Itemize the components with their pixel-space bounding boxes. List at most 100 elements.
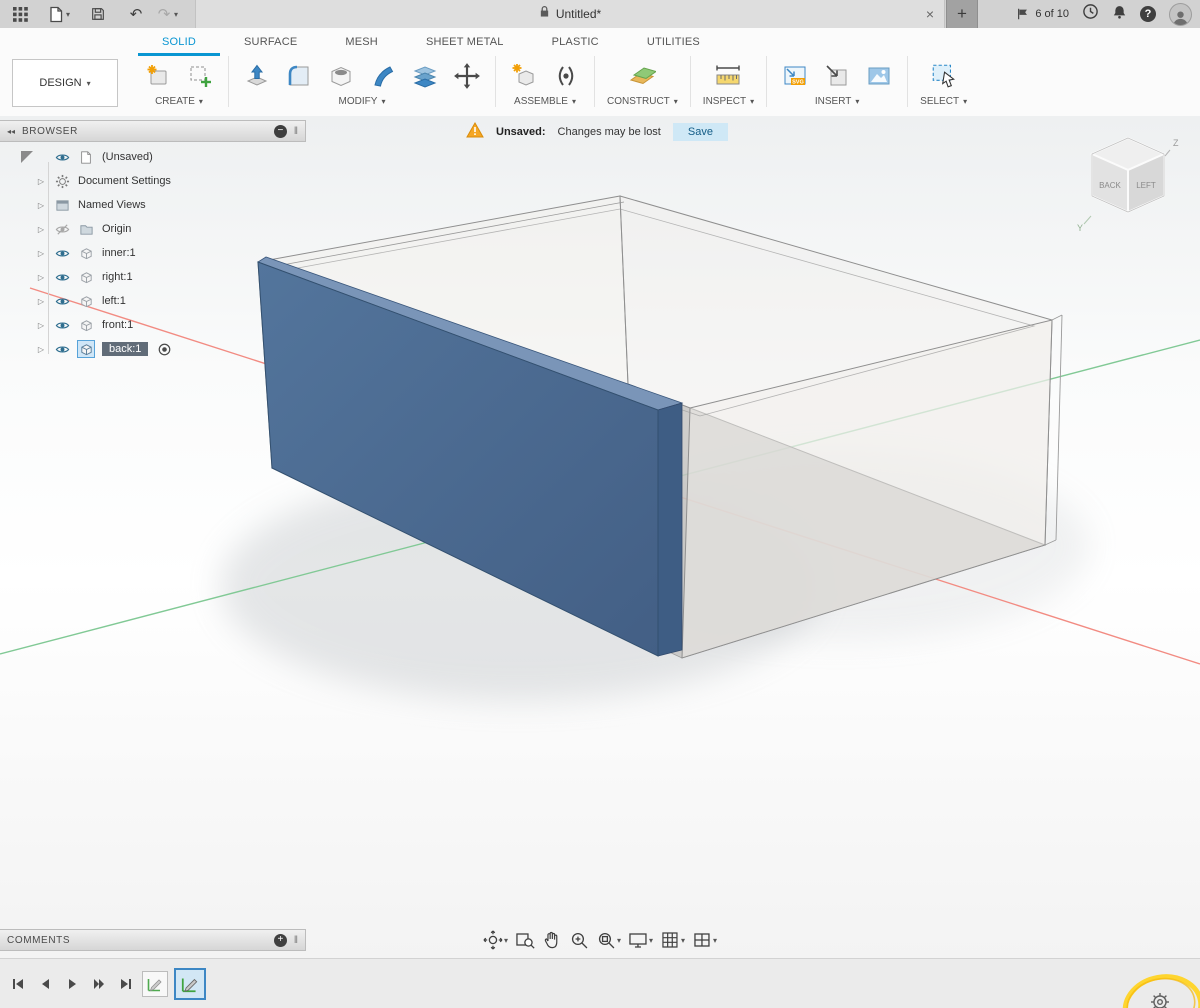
undo-icon[interactable]: ↶	[124, 2, 148, 26]
viewcube-back-label[interactable]: BACK	[1099, 181, 1121, 190]
visibility-eye-icon[interactable]	[54, 293, 70, 309]
tab-solid[interactable]: SOLID	[138, 28, 220, 56]
viewcube-left-label[interactable]: LEFT	[1136, 181, 1156, 190]
tree-item-inner[interactable]: ▷ inner:1	[0, 241, 306, 265]
expand-arrow-icon[interactable]: ▷	[36, 201, 46, 210]
redo-icon[interactable]: ↷	[152, 2, 176, 26]
save-icon[interactable]	[86, 2, 110, 26]
expand-arrow-icon[interactable]: ▷	[36, 273, 46, 282]
tab-plastic[interactable]: PLASTIC	[528, 28, 623, 56]
panel-grip-icon[interactable]: ‖	[294, 935, 298, 946]
draft-icon[interactable]	[367, 60, 399, 92]
visibility-eye-icon[interactable]	[54, 245, 70, 261]
comments-header[interactable]: COMMENTS + ‖	[0, 929, 306, 951]
tree-item-named-views[interactable]: ▷ Named Views	[0, 193, 306, 217]
create-form-icon[interactable]	[184, 60, 216, 92]
create-sketch-icon[interactable]	[142, 60, 174, 92]
expand-arrow-icon[interactable]: ▷	[36, 345, 46, 354]
expand-arrow-icon[interactable]: ▷	[36, 225, 46, 234]
tree-item-left[interactable]: ▷ left:1	[0, 289, 306, 313]
tab-sheet-metal[interactable]: SHEET METAL	[402, 28, 528, 56]
redo-caret-icon[interactable]: ▾	[174, 10, 178, 19]
tree-item-back-selected[interactable]: ▷ back:1	[0, 337, 306, 361]
file-menu-caret-icon[interactable]: ▾	[66, 10, 70, 19]
move-copy-icon[interactable]	[451, 60, 483, 92]
back-panel-end-face[interactable]	[658, 403, 682, 656]
help-icon[interactable]: ?	[1140, 6, 1156, 22]
panel-grip-icon[interactable]: ‖	[294, 126, 298, 137]
tab-mesh[interactable]: MESH	[321, 28, 402, 56]
viewport[interactable]: Unsaved: Changes may be lost Save ◂◂ BRO…	[0, 116, 1200, 958]
orbit-caret-icon[interactable]: ▾	[504, 936, 508, 945]
tree-item-right[interactable]: ▷ right:1	[0, 265, 306, 289]
job-status[interactable]: 6 of 10	[1016, 7, 1069, 21]
inspect-dropdown[interactable]: INSPECT ▾	[703, 96, 754, 107]
app-grid-icon[interactable]	[8, 2, 32, 26]
tab-surface[interactable]: SURFACE	[220, 28, 321, 56]
insert-svg-icon[interactable]: SVG	[779, 60, 811, 92]
visibility-eye-icon[interactable]	[54, 341, 70, 357]
play-icon[interactable]	[64, 976, 80, 992]
tree-item-root[interactable]: (Unsaved)	[0, 145, 306, 169]
expand-arrow-icon[interactable]: ▷	[36, 297, 46, 306]
timeline-sketch-feature-selected[interactable]	[174, 968, 206, 1000]
viewcube[interactable]: BACK LEFT Z Y	[1070, 132, 1190, 237]
visibility-off-eye-icon[interactable]	[54, 221, 70, 237]
visibility-eye-icon[interactable]	[54, 317, 70, 333]
fit-caret-icon[interactable]: ▾	[617, 936, 621, 945]
display-settings-caret-icon[interactable]: ▾	[649, 936, 653, 945]
browser-header[interactable]: ◂◂ BROWSER − ‖	[0, 120, 306, 142]
offset-face-icon[interactable]	[409, 60, 441, 92]
step-forward-icon[interactable]	[91, 976, 107, 992]
measure-icon[interactable]	[712, 60, 744, 92]
tree-item-front[interactable]: ▷ front:1	[0, 313, 306, 337]
expand-arrow-icon[interactable]: ▷	[36, 177, 46, 186]
collapse-panel-icon[interactable]: ◂◂	[7, 127, 15, 136]
pan-tool[interactable]	[542, 930, 562, 950]
workspace-selector[interactable]: DESIGN ▾	[12, 59, 118, 107]
decal-icon[interactable]	[821, 60, 853, 92]
select-dropdown[interactable]: SELECT ▾	[920, 96, 967, 107]
tree-item-origin[interactable]: ▷ Origin	[0, 217, 306, 241]
activate-component-radio-icon[interactable]	[156, 341, 172, 357]
insert-dropdown[interactable]: INSERT ▾	[815, 96, 860, 107]
create-dropdown[interactable]: CREATE ▾	[155, 96, 203, 107]
press-pull-icon[interactable]	[241, 60, 273, 92]
grid-snaps-caret-icon[interactable]: ▾	[681, 936, 685, 945]
shell-icon[interactable]	[325, 60, 357, 92]
viewports-tool[interactable]: ▾	[692, 930, 717, 950]
joint-icon[interactable]	[550, 60, 582, 92]
close-tab-icon[interactable]: ×	[926, 0, 934, 28]
canvas-icon[interactable]	[863, 60, 895, 92]
file-menu-icon[interactable]	[44, 2, 68, 26]
tree-item-document-settings[interactable]: ▷ Document Settings	[0, 169, 306, 193]
skip-to-end-icon[interactable]	[118, 976, 134, 992]
grid-snaps-tool[interactable]: ▾	[660, 930, 685, 950]
fillet-icon[interactable]	[283, 60, 315, 92]
orbit-tool[interactable]: ▾	[483, 930, 508, 950]
document-tab[interactable]: Untitled* ×	[195, 0, 945, 28]
visibility-eye-icon[interactable]	[54, 149, 70, 165]
zoom-tool[interactable]	[569, 930, 589, 950]
tab-utilities[interactable]: UTILITIES	[623, 28, 724, 56]
skip-to-start-icon[interactable]	[10, 976, 26, 992]
display-settings-tool[interactable]: ▾	[628, 930, 653, 950]
modify-dropdown[interactable]: MODIFY ▾	[339, 96, 386, 107]
notifications-bell-icon[interactable]	[1112, 4, 1127, 25]
expand-comments-icon[interactable]: +	[274, 934, 287, 947]
minimize-panel-icon[interactable]: −	[274, 125, 287, 138]
save-button[interactable]: Save	[673, 123, 728, 141]
construct-dropdown[interactable]: CONSTRUCT ▾	[607, 96, 678, 107]
avatar[interactable]	[1169, 3, 1192, 26]
new-tab-button[interactable]: +	[946, 0, 978, 28]
viewports-caret-icon[interactable]: ▾	[713, 936, 717, 945]
assemble-dropdown[interactable]: ASSEMBLE ▾	[514, 96, 576, 107]
history-clock-icon[interactable]	[1082, 3, 1099, 25]
new-component-icon[interactable]	[508, 60, 540, 92]
look-at-tool[interactable]	[515, 930, 535, 950]
fit-tool[interactable]: ▾	[596, 930, 621, 950]
expand-arrow-icon[interactable]: ▷	[36, 249, 46, 258]
select-icon[interactable]	[928, 60, 960, 92]
expand-arrow-icon[interactable]: ▷	[36, 321, 46, 330]
construct-plane-icon[interactable]	[626, 60, 658, 92]
